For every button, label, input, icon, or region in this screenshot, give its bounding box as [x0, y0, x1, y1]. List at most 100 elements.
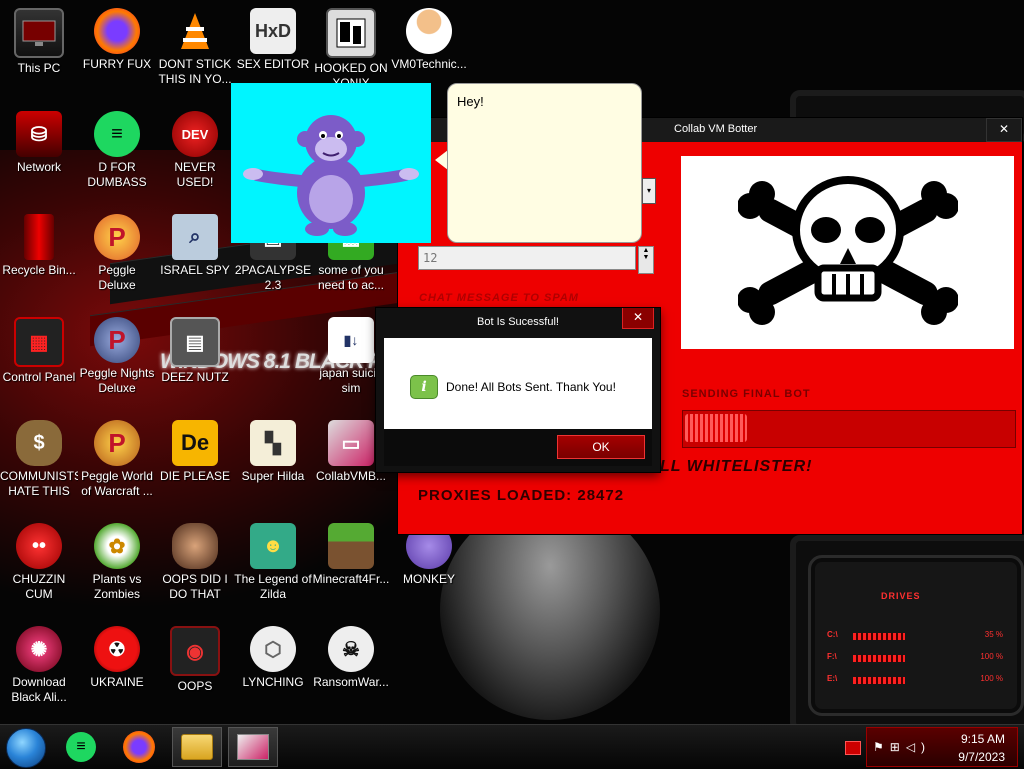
desktop-icon-d-for-dumbass[interactable]: ≡ D FOR DUMBASS — [78, 111, 156, 190]
drive-bar — [853, 655, 905, 662]
desktop-icon-label: DONT STICK THIS IN YO... — [158, 57, 232, 86]
dialog-message: Done! All Bots Sent. Thank You! — [446, 380, 616, 394]
desktop-icon-label: Minecraft4Fr... — [312, 572, 390, 586]
desktop-icon-communists[interactable]: $ COMMUNISTS HATE THIS G... — [0, 420, 78, 499]
desktop-icon-zilda[interactable]: ☻ The Legend of Zilda — [234, 523, 312, 602]
start-button[interactable] — [6, 728, 46, 768]
firefox-icon — [123, 731, 155, 763]
desktop-icon-recycle-bin[interactable]: Recycle Bin... — [0, 214, 78, 278]
clock-date[interactable]: 9/7/2023 — [958, 750, 1005, 764]
desktop-icon-label: Download Black Ali... — [11, 675, 67, 704]
proxies-loaded-label: PROXIES LOADED: 28472 — [418, 487, 625, 504]
spotify-icon: ≡ — [66, 732, 96, 762]
de-icon: De — [172, 420, 218, 466]
desktop-icon-minecraft[interactable]: Minecraft4Fr... — [312, 523, 390, 587]
desktop-icon-label: OOPS — [177, 679, 213, 693]
peggle-icon: P — [94, 214, 140, 260]
drive-value: 100 % — [980, 652, 1003, 661]
taskbar-collabvm[interactable] — [228, 727, 278, 767]
desktop-icon-label: OOPS DID I DO THAT — [162, 572, 228, 601]
desktop-icon-peggle-wow[interactable]: P Peggle World of Warcraft ... — [78, 420, 156, 499]
desktop-icon-ukraine[interactable]: ☢ UKRAINE — [78, 626, 156, 690]
drive-letter: F:\ — [827, 652, 837, 661]
desktop-icon-label: UKRAINE — [90, 675, 144, 689]
alien-icon: ✺ — [16, 626, 62, 672]
collabvm-icon: ▭ — [328, 420, 374, 466]
desktop-icon-israel-spy[interactable]: ⌕ ISRAEL SPY — [156, 214, 234, 278]
desktop-icon-control-panel[interactable]: ▦ Control Panel — [0, 317, 78, 385]
desktop-icon-network[interactable]: ⛁ Network — [0, 111, 78, 175]
bonzi-monkey-icon — [243, 115, 419, 236]
drive-letter: C:\ — [827, 630, 838, 639]
dialog-body: i Done! All Bots Sent. Thank You! — [384, 338, 652, 429]
desktop-icon-lynching[interactable]: ⬡ LYNCHING — [234, 626, 312, 690]
desktop-icon-ransomware[interactable]: ☠ RansomWar... — [312, 626, 390, 690]
vlc-icon — [172, 8, 218, 54]
sending-final-bot-label: SENDING FINAL BOT — [682, 388, 811, 400]
drive-row: F:\ 100 % — [827, 652, 1005, 666]
drive-row: C:\ 35 % — [827, 630, 1005, 644]
tray-icons[interactable]: ⚑⊞◁) — [873, 740, 931, 754]
desktop-icon-xonix[interactable]: HOOKED ON XONIX — [312, 8, 390, 91]
zilda-icon: ☻ — [250, 523, 296, 569]
botter-close-button[interactable]: ✕ — [986, 118, 1022, 142]
drives-title: DRIVES — [881, 591, 921, 601]
speech-balloon: Hey! — [447, 83, 642, 243]
desktop-icon-super-hilda[interactable]: ▚ Super Hilda — [234, 420, 312, 484]
desktop-icon-vlc[interactable]: DONT STICK THIS IN YO... — [156, 8, 234, 87]
desktop-icon-deez-nutz[interactable]: ▤ DEEZ NUTZ — [156, 317, 234, 385]
desktop-icon-peggle-deluxe[interactable]: P Peggle Deluxe — [78, 214, 156, 293]
botter-dropdown-button[interactable]: ▾ — [642, 178, 656, 204]
xonix-icon — [326, 8, 376, 58]
bot-count-input[interactable]: 12 — [418, 246, 636, 270]
taskbar-firefox[interactable] — [114, 727, 164, 767]
skull-image — [681, 156, 1014, 349]
taskbar: ≡ ⚑⊞◁) 9:15 AM 9/7/2023 — [0, 724, 1024, 769]
desktop-icon-black-alien[interactable]: ✺ Download Black Ali... — [0, 626, 78, 705]
desktop-icon-never-used[interactable]: DEV NEVER USED! — [156, 111, 234, 190]
peggle-nights-icon: P — [94, 317, 140, 363]
tray-overflow-icon[interactable] — [845, 741, 861, 755]
desktop-icon-chuzzin[interactable]: •• CHUZZIN CUM — [0, 523, 78, 602]
desktop-icon-sex-editor[interactable]: HxD SEX EDITOR — [234, 8, 312, 72]
clock-time[interactable]: 9:15 AM — [961, 732, 1005, 746]
dialog-title[interactable]: Bot Is Sucessful! — [376, 308, 660, 336]
drive-value: 35 % — [984, 630, 1003, 639]
desktop-icon-oops[interactable]: ◉ OOPS — [156, 626, 234, 694]
desktop-icon-label: ISRAEL SPY — [160, 263, 230, 277]
folder-stack-icon: ▤ — [170, 317, 220, 367]
botter-title: Collab VM Botter — [674, 123, 758, 135]
desktop-icon-label: DIE PLEASE — [159, 469, 231, 483]
desktop-icon-pvz[interactable]: ✿ Plants vs Zombies — [78, 523, 156, 602]
minecraft-icon — [328, 523, 374, 569]
desktop-icon-label: SEX EDITOR — [236, 57, 310, 71]
desktop-icon-label: The Legend of Zilda — [234, 572, 312, 601]
desktop-icon-this-pc[interactable]: This PC — [0, 8, 78, 76]
chuzzle-icon: •• — [16, 523, 62, 569]
ok-button[interactable]: OK — [557, 435, 645, 459]
radiation-icon: ☢ — [94, 626, 140, 672]
desktop-icon-label: LYNCHING — [242, 675, 304, 689]
drive-bar — [853, 633, 905, 640]
firefox-icon — [94, 8, 140, 54]
desktop-icon-oops-did-i[interactable]: OOPS DID I DO THAT — [156, 523, 234, 602]
desktop-icon-furry-fux[interactable]: FURRY FUX — [78, 8, 156, 72]
desktop-icon-peggle-nights[interactable]: P Peggle Nights Deluxe — [78, 317, 156, 396]
desktop-icon-die-please[interactable]: De DIE PLEASE — [156, 420, 234, 484]
taskbar-spotify[interactable]: ≡ — [56, 727, 106, 767]
collabvm-icon — [237, 734, 269, 760]
desktop-icon-vm0technic[interactable]: VM0Technic... — [390, 8, 468, 72]
whitelister-label: LL WHITELISTER! — [660, 458, 813, 475]
taskbar-explorer[interactable] — [172, 727, 222, 767]
dev-cpp-icon: DEV — [172, 111, 218, 157]
dialog-close-button[interactable]: ✕ — [622, 308, 654, 329]
skull-crossbones-icon — [737, 175, 958, 325]
desktop-icon-label: Network — [16, 160, 61, 174]
chat-message-label: CHAT MESSAGE TO SPAM — [419, 292, 579, 304]
monitor-icon — [14, 8, 64, 58]
drives-gadget: DRIVES C:\ 35 % F:\ 100 % E:\ 100 % — [808, 555, 1024, 716]
doctor-icon — [406, 8, 452, 54]
bot-count-spinner[interactable]: ▲ ▼ — [638, 246, 654, 274]
desktop-icon-label: Peggle World of Warcraft ... — [81, 469, 153, 498]
bonzi-buddy[interactable] — [231, 83, 431, 243]
